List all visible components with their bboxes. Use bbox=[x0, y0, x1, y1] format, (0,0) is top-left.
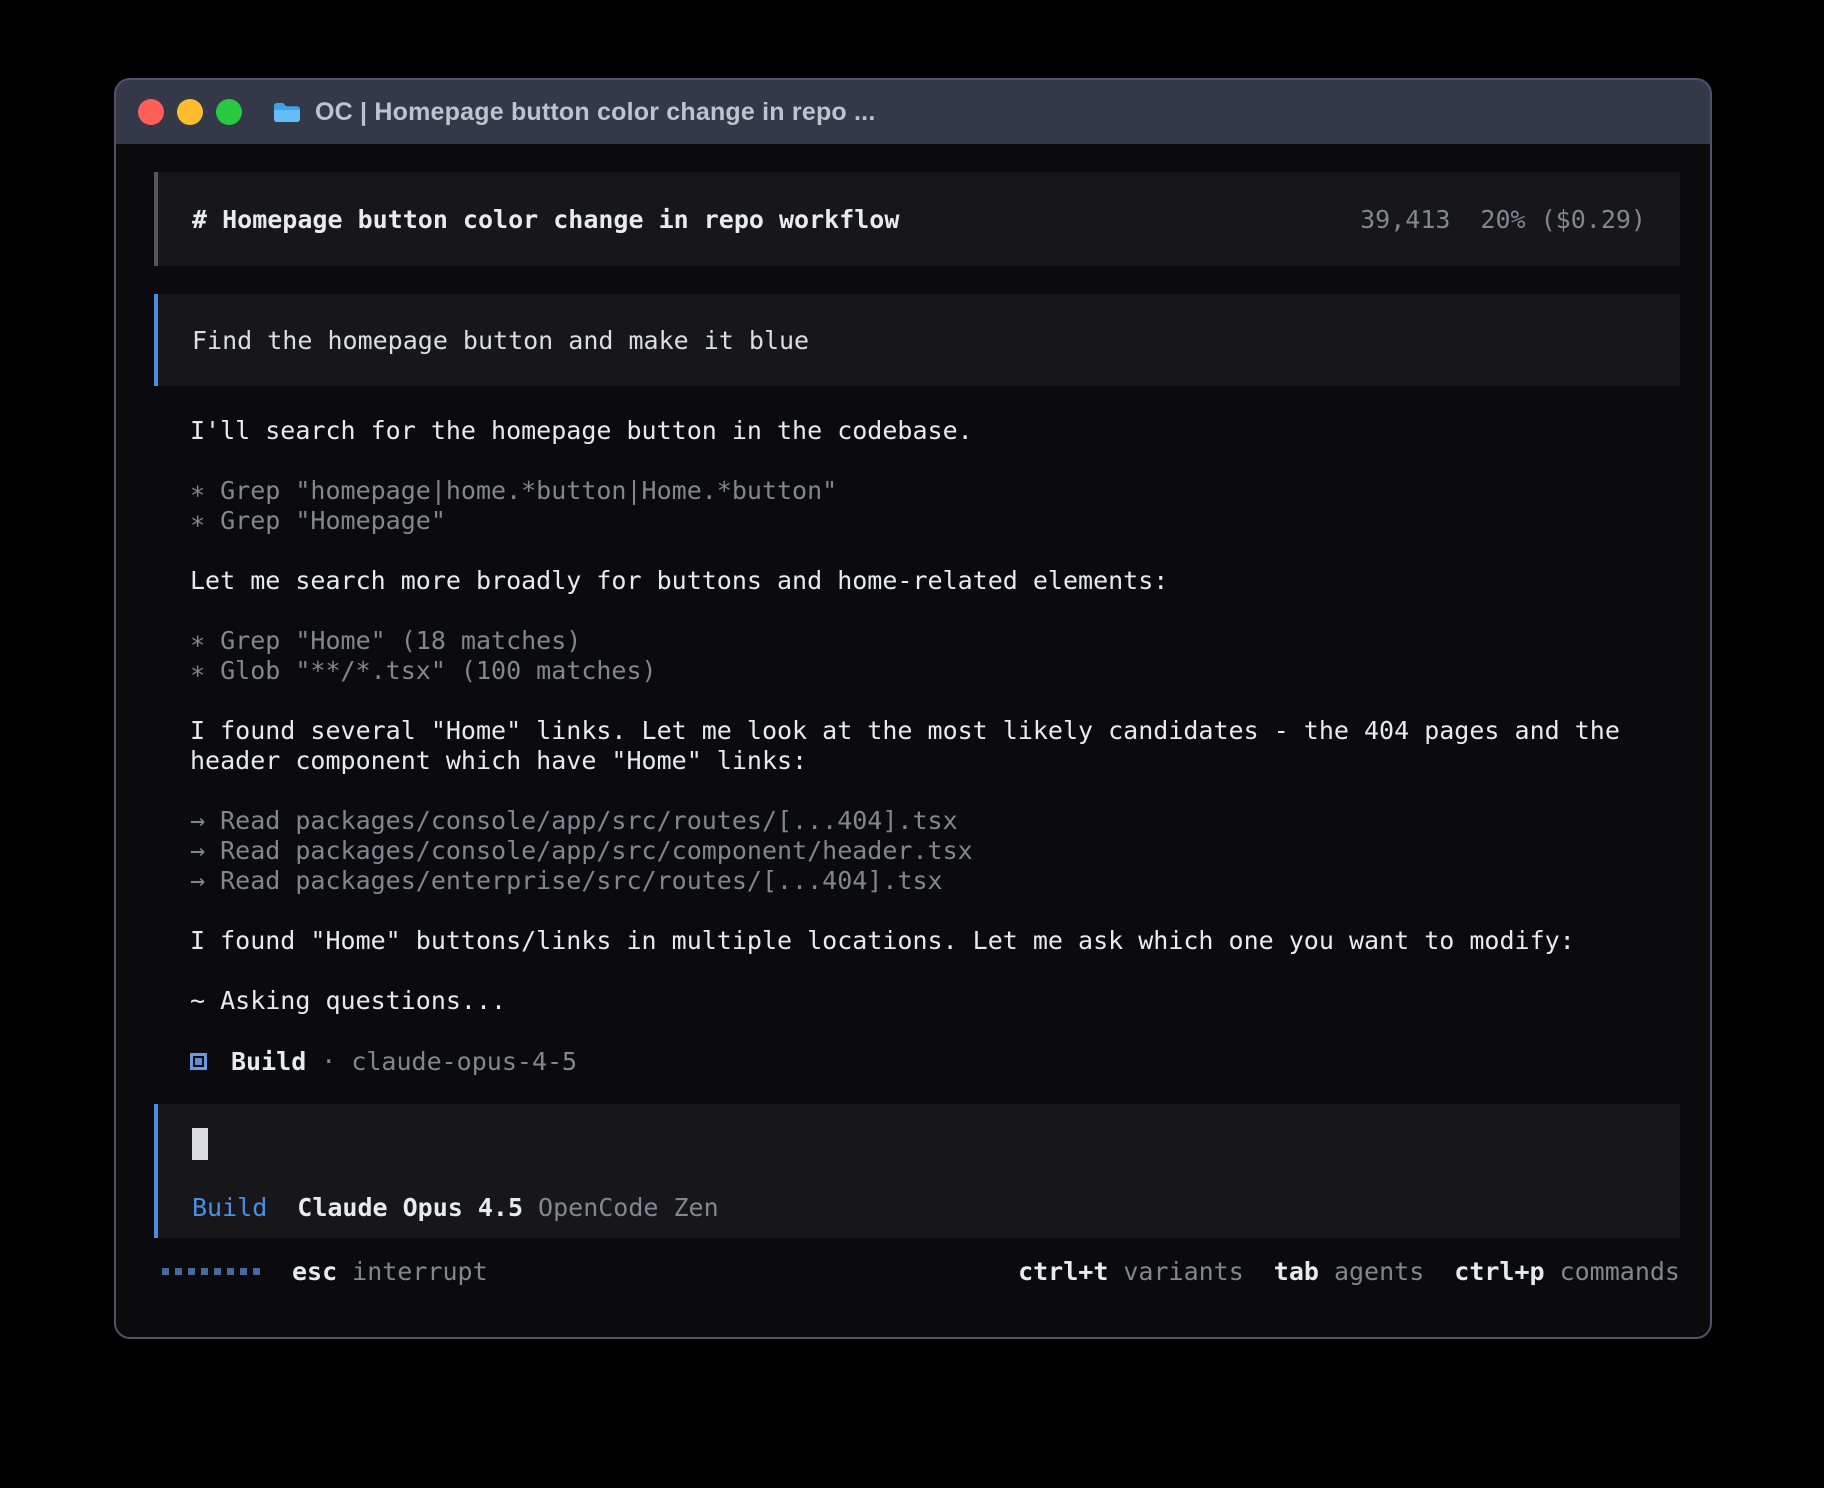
token-count: 39,413 bbox=[1360, 205, 1450, 234]
session-title: # Homepage button color change in repo w… bbox=[192, 205, 899, 234]
spinner-dot bbox=[240, 1268, 247, 1275]
spinner-dot bbox=[201, 1268, 208, 1275]
agent-mode-label[interactable]: Build bbox=[192, 1193, 267, 1222]
hint-key: tab bbox=[1274, 1257, 1319, 1286]
message-line bbox=[190, 686, 1680, 716]
message-line bbox=[190, 536, 1680, 566]
provider-label: OpenCode Zen bbox=[538, 1193, 719, 1222]
traffic-lights bbox=[138, 99, 242, 125]
hint-label: interrupt bbox=[352, 1257, 487, 1286]
session-stats: 39,413 20% ($0.29) bbox=[1360, 205, 1646, 234]
message-line bbox=[190, 896, 1680, 926]
agent-status: Build · claude-opus-4-5 bbox=[154, 1046, 1680, 1076]
message-line bbox=[190, 446, 1680, 476]
hint-key: esc bbox=[292, 1257, 337, 1286]
window-title: OC | Homepage button color change in rep… bbox=[315, 98, 875, 127]
user-message-text: Find the homepage button and make it blu… bbox=[192, 326, 809, 355]
square-in-square-icon bbox=[190, 1053, 207, 1070]
user-message: Find the homepage button and make it blu… bbox=[154, 294, 1680, 386]
prompt-input[interactable] bbox=[192, 1128, 208, 1160]
message-line: → Read packages/enterprise/src/routes/[.… bbox=[190, 866, 1680, 896]
hint-label: commands bbox=[1560, 1257, 1680, 1286]
status-bar: esc interrupt ctrl+t variants tab agents bbox=[154, 1256, 1680, 1286]
message-line: ~ Asking questions... bbox=[190, 986, 1680, 1016]
agent-name: Build bbox=[231, 1047, 306, 1076]
hint-key: ctrl+p bbox=[1454, 1257, 1544, 1286]
hint-label: variants bbox=[1123, 1257, 1243, 1286]
spinner-dot bbox=[227, 1268, 234, 1275]
message-line: header component which have "Home" links… bbox=[190, 746, 1680, 776]
close-button[interactable] bbox=[138, 99, 164, 125]
message-line: ∗ Grep "homepage|home.*button|Home.*butt… bbox=[190, 476, 1680, 506]
message-line: I found "Home" buttons/links in multiple… bbox=[190, 926, 1680, 956]
spinner-dot bbox=[214, 1268, 221, 1275]
window-title-group: OC | Homepage button color change in rep… bbox=[272, 98, 875, 127]
hint-key: ctrl+t bbox=[1018, 1257, 1108, 1286]
hint-label: agents bbox=[1334, 1257, 1424, 1286]
text-cursor bbox=[192, 1128, 208, 1160]
message-line: ∗ Glob "**/*.tsx" (100 matches) bbox=[190, 656, 1680, 686]
terminal-content: # Homepage button color change in repo w… bbox=[116, 144, 1710, 1337]
keyboard-hint: ctrl+t variants bbox=[1018, 1257, 1244, 1286]
input-mode-line: Build Claude Opus 4.5 OpenCode Zen bbox=[192, 1193, 719, 1222]
spinner-dot bbox=[253, 1268, 260, 1275]
maximize-button[interactable] bbox=[216, 99, 242, 125]
agent-model: claude-opus-4-5 bbox=[351, 1047, 577, 1076]
session-header: # Homepage button color change in repo w… bbox=[154, 172, 1680, 266]
square-in-square-icon-inner bbox=[195, 1058, 202, 1065]
message-line: → Read packages/console/app/src/routes/[… bbox=[190, 806, 1680, 836]
keyboard-hint: ctrl+p commands bbox=[1454, 1257, 1680, 1286]
message-line: Let me search more broadly for buttons a… bbox=[190, 566, 1680, 596]
message-line bbox=[190, 956, 1680, 986]
model-label[interactable]: Claude Opus 4.5 bbox=[297, 1193, 523, 1222]
message-line bbox=[190, 596, 1680, 626]
spinner-dot bbox=[188, 1268, 195, 1275]
terminal-window: OC | Homepage button color change in rep… bbox=[114, 78, 1712, 1339]
context-cost: 20% ($0.29) bbox=[1480, 205, 1646, 234]
message-line: I found several "Home" links. Let me loo… bbox=[190, 716, 1680, 746]
window-titlebar[interactable]: OC | Homepage button color change in rep… bbox=[116, 80, 1710, 144]
spinner-dots bbox=[162, 1268, 260, 1275]
folder-icon bbox=[272, 100, 302, 125]
keyboard-hint-interrupt: esc interrupt bbox=[292, 1257, 488, 1286]
keyboard-hints: ctrl+t variants tab agents ctrl+p comman… bbox=[1018, 1257, 1680, 1286]
spinner-dot bbox=[175, 1268, 182, 1275]
spinner-dot bbox=[162, 1268, 169, 1275]
message-line: I'll search for the homepage button in t… bbox=[190, 416, 1680, 446]
message-line: ∗ Grep "Homepage" bbox=[190, 506, 1680, 536]
agent-separator: · bbox=[321, 1047, 336, 1076]
prompt-input-box[interactable]: Build Claude Opus 4.5 OpenCode Zen bbox=[154, 1104, 1680, 1238]
message-line bbox=[190, 776, 1680, 806]
minimize-button[interactable] bbox=[177, 99, 203, 125]
keyboard-hint: tab agents bbox=[1274, 1257, 1424, 1286]
message-line: → Read packages/console/app/src/componen… bbox=[190, 836, 1680, 866]
message-line: ∗ Grep "Home" (18 matches) bbox=[190, 626, 1680, 656]
assistant-response: I'll search for the homepage button in t… bbox=[154, 416, 1680, 1016]
